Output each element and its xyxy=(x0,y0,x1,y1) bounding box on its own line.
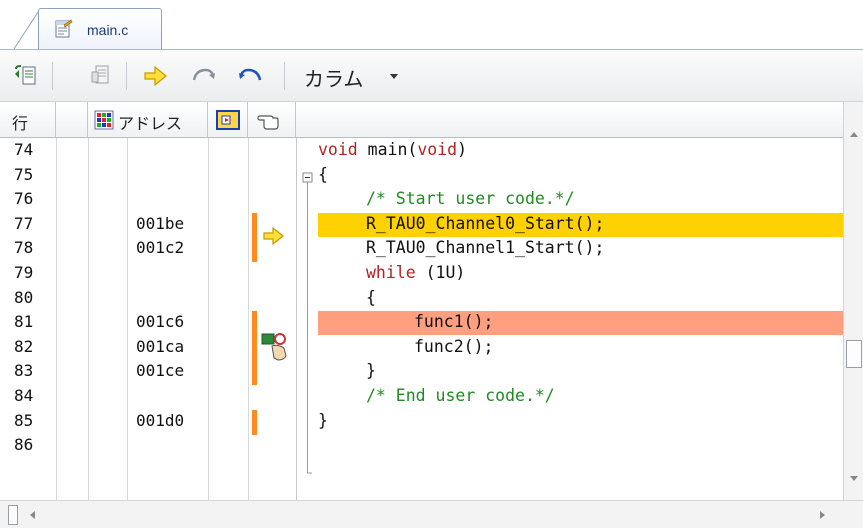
code-text: void main(void) xyxy=(318,140,467,159)
line-number: 85 xyxy=(14,410,34,430)
code-text: func1(); xyxy=(414,312,493,331)
source-line-row[interactable]: 80 { xyxy=(0,288,843,313)
line-number: 82 xyxy=(14,336,34,356)
source-line-row[interactable]: 85 001d0} xyxy=(0,411,843,436)
line-number: 86 xyxy=(14,435,34,455)
disassembly-icon[interactable] xyxy=(88,62,116,90)
line-number: 78 xyxy=(14,238,34,258)
code-token: R_TAU0_Channel1_Start(); xyxy=(366,238,605,258)
address-cell: 001c2 xyxy=(136,238,185,258)
source-line-row[interactable]: 78 001c2 R_TAU0_Channel1_Start(); xyxy=(0,238,843,263)
code-comment: /* End user code.*/ xyxy=(366,386,555,405)
scroll-down-icon[interactable] xyxy=(850,476,858,481)
toolbar: カラム xyxy=(0,50,863,102)
go-to-source-icon[interactable] xyxy=(12,62,40,90)
code-token: R_TAU0_Channel0_Start(); xyxy=(366,213,605,233)
code-text: while (1U) xyxy=(366,263,465,282)
code-token: func1(); xyxy=(414,312,494,332)
dropdown-caret-icon[interactable] xyxy=(390,74,398,79)
toolbar-separator xyxy=(52,62,53,90)
source-line-row[interactable]: 77 001be R_TAU0_Channel0_Start(); xyxy=(0,214,843,239)
header-blank-column[interactable] xyxy=(56,102,88,138)
source-line-row[interactable]: 82 001ca func2(); xyxy=(0,337,843,362)
header-address-column[interactable]: アドレス xyxy=(88,102,208,138)
source-line-row[interactable]: 86 xyxy=(0,435,843,460)
code-token: (1U) xyxy=(415,263,466,282)
tab-main-c[interactable]: main.c xyxy=(38,8,162,50)
column-menu-button[interactable]: カラム xyxy=(304,63,363,92)
code-token: } xyxy=(366,361,376,381)
header-line-label: 行 xyxy=(12,114,29,133)
address-cell: 001be xyxy=(136,213,185,233)
code-text: /* Start user code.*/ xyxy=(366,189,575,208)
code-text: } xyxy=(366,361,376,380)
code-token: { xyxy=(366,287,376,307)
source-line-row[interactable]: 79 while (1U) xyxy=(0,263,843,288)
line-number: 80 xyxy=(14,287,34,307)
code-text: R_TAU0_Channel1_Start(); xyxy=(366,238,604,257)
header-address-label: アドレス xyxy=(118,114,183,133)
horizontal-scrollbar[interactable] xyxy=(0,500,863,528)
vertical-scroll-thumb[interactable] xyxy=(846,340,862,368)
source-line-row[interactable]: 84 /* End user code.*/ xyxy=(0,386,843,411)
address-grid-icon xyxy=(94,110,114,130)
line-number: 76 xyxy=(14,189,34,209)
scroll-right-icon[interactable] xyxy=(820,511,825,519)
horizontal-scroll-thumb[interactable] xyxy=(8,505,18,525)
source-line-row[interactable]: 76 /* Start user code.*/ xyxy=(0,189,843,214)
address-cell: 001ce xyxy=(136,361,185,381)
code-text: } xyxy=(318,411,328,430)
tab-label: main.c xyxy=(87,22,129,38)
line-number: 74 xyxy=(14,140,34,159)
line-number: 77 xyxy=(14,213,34,233)
code-text: { xyxy=(366,288,376,307)
line-number: 84 xyxy=(14,386,34,405)
code-token: } xyxy=(318,410,328,430)
address-cell: 001ca xyxy=(136,336,185,356)
return-icon[interactable] xyxy=(236,62,264,90)
code-comment: /* Start user code.*/ xyxy=(366,189,575,209)
code-text: { xyxy=(318,165,328,184)
scroll-left-icon[interactable] xyxy=(30,511,35,519)
tab-strip: main.c xyxy=(0,0,863,50)
address-cell: 001d0 xyxy=(136,410,185,430)
address-cell: 001c6 xyxy=(136,312,185,332)
line-number: 75 xyxy=(14,164,34,184)
toolbar-separator xyxy=(284,62,285,90)
source-line-row[interactable]: 75 { xyxy=(0,165,843,190)
code-text: func2(); xyxy=(414,337,493,356)
header-line-column[interactable]: 行 xyxy=(0,102,56,138)
line-number: 81 xyxy=(14,312,34,332)
source-code-area[interactable]: 74 void main(void) 75 {76 /* Start user code… xyxy=(0,138,843,500)
code-text: /* End user code.*/ xyxy=(366,386,555,405)
column-header: 行 アドレス xyxy=(0,102,843,138)
code-keyword: while xyxy=(366,263,416,282)
header-action-column[interactable] xyxy=(248,102,296,138)
code-text: R_TAU0_Channel0_Start(); xyxy=(366,214,604,233)
code-keyword: void xyxy=(417,140,458,159)
code-token: func2(); xyxy=(414,336,494,356)
current-pc-arrow-icon[interactable] xyxy=(142,62,170,90)
source-line-row[interactable]: 83 001ce} xyxy=(0,361,843,386)
code-keyword: void xyxy=(318,140,358,159)
line-number: 79 xyxy=(14,263,34,282)
c-source-file-icon xyxy=(55,19,73,38)
pointing-hand-icon xyxy=(257,115,279,130)
source-line-row[interactable]: 81 001c6 func1(); xyxy=(0,312,843,337)
code-token: { xyxy=(318,164,328,184)
code-token: ) xyxy=(457,140,468,159)
step-over-icon[interactable] xyxy=(190,62,218,90)
line-number: 83 xyxy=(14,361,34,381)
toolbar-separator xyxy=(126,62,127,90)
scroll-up-icon[interactable] xyxy=(850,132,858,137)
event-icon xyxy=(216,110,240,130)
source-line-row[interactable]: 74 void main(void) xyxy=(0,140,843,165)
vertical-scrollbar[interactable] xyxy=(843,102,863,500)
header-event-column[interactable] xyxy=(208,102,248,138)
code-token: main( xyxy=(357,140,418,159)
